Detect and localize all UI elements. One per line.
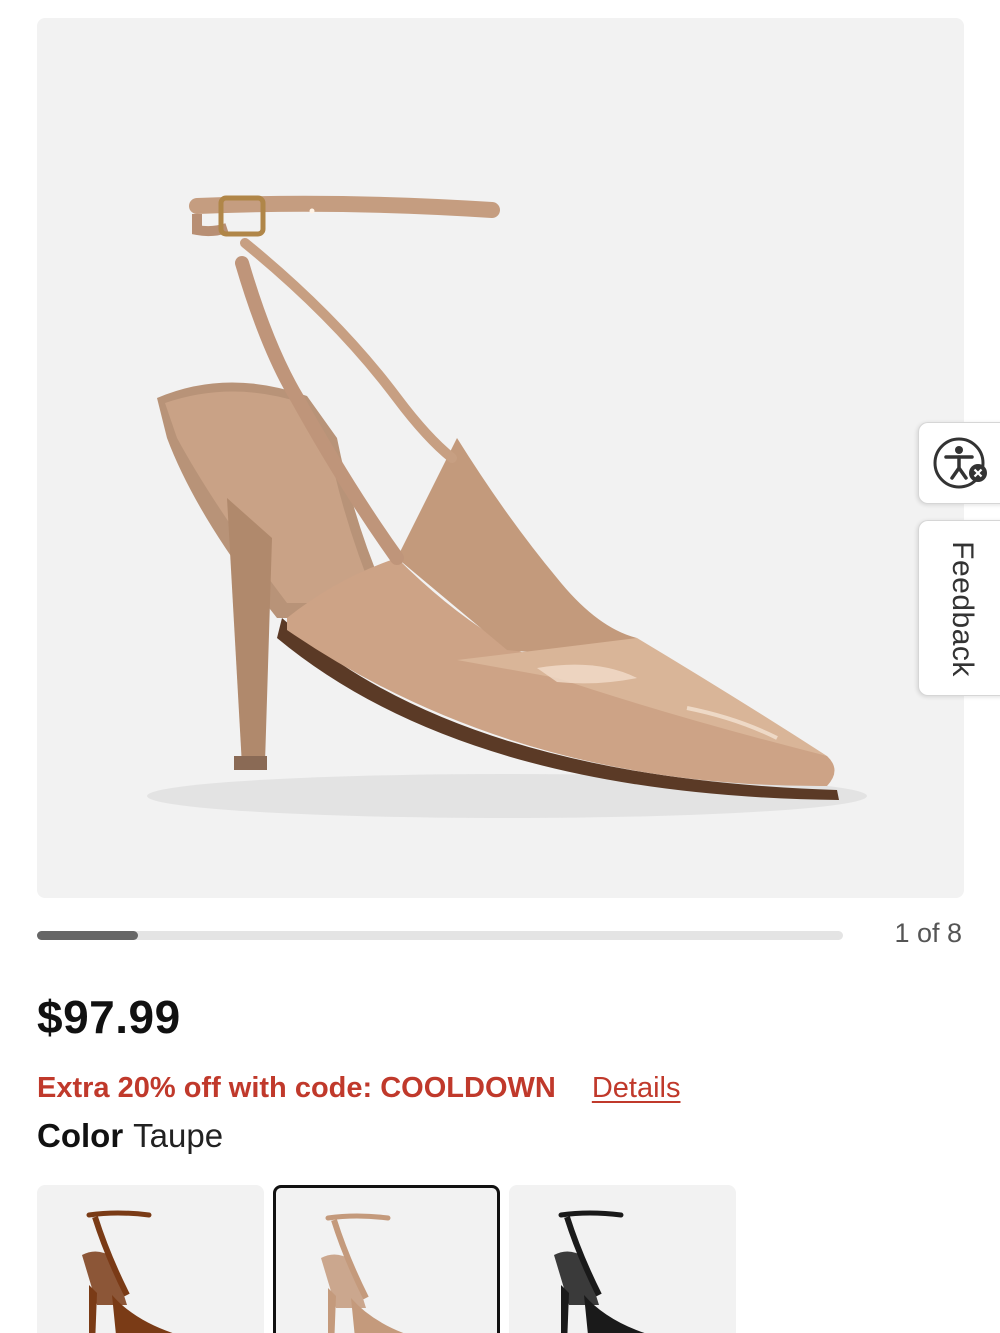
swatch-shoe-ankle-strap xyxy=(558,1210,624,1218)
swatch-shoe-vamp xyxy=(584,1295,645,1333)
accessibility-button[interactable] xyxy=(918,422,1000,504)
swatch-shoe-ankle-strap xyxy=(325,1213,391,1221)
swatch-brown[interactable] xyxy=(37,1185,264,1333)
swatch-shoe-ankle-strap xyxy=(86,1210,152,1218)
promo-text: Extra 20% off with code: COOLDOWN xyxy=(37,1071,556,1104)
swatch-taupe[interactable] xyxy=(273,1185,500,1333)
swatch-shoe-image xyxy=(82,1210,173,1333)
swatch-shoe-heel xyxy=(561,1285,569,1333)
gallery-counter: 1 of 8 xyxy=(894,918,962,948)
color-row: Color Taupe xyxy=(37,1117,223,1155)
swatch-shoe-image xyxy=(321,1213,404,1333)
color-label: Color xyxy=(37,1117,124,1154)
color-swatches xyxy=(37,1185,747,1333)
promo-details-link[interactable]: Details xyxy=(592,1072,681,1105)
accessibility-icon xyxy=(933,437,987,489)
product-page: Feedback 1 of 8 $97.99 Extra 20% off wit… xyxy=(0,0,1000,1333)
swatch-shoe-vamp xyxy=(112,1295,173,1333)
swatch-shoe-heel xyxy=(89,1285,97,1333)
promo-row: Extra 20% off with code: COOLDOWN Detail… xyxy=(37,1070,680,1106)
feedback-tab[interactable]: Feedback xyxy=(918,520,1000,696)
product-price: $97.99 xyxy=(37,991,181,1043)
swatch-shoe-vamp xyxy=(351,1298,404,1333)
feedback-label: Feedback xyxy=(946,541,979,677)
product-image[interactable] xyxy=(37,18,964,898)
shoe-illustration xyxy=(147,195,867,818)
swatch-black[interactable] xyxy=(509,1185,736,1333)
swatch-shoe-image xyxy=(554,1210,645,1333)
gallery-progress-fill xyxy=(37,931,138,940)
gallery-progress-bar[interactable] xyxy=(37,931,843,940)
color-value: Taupe xyxy=(133,1117,224,1154)
